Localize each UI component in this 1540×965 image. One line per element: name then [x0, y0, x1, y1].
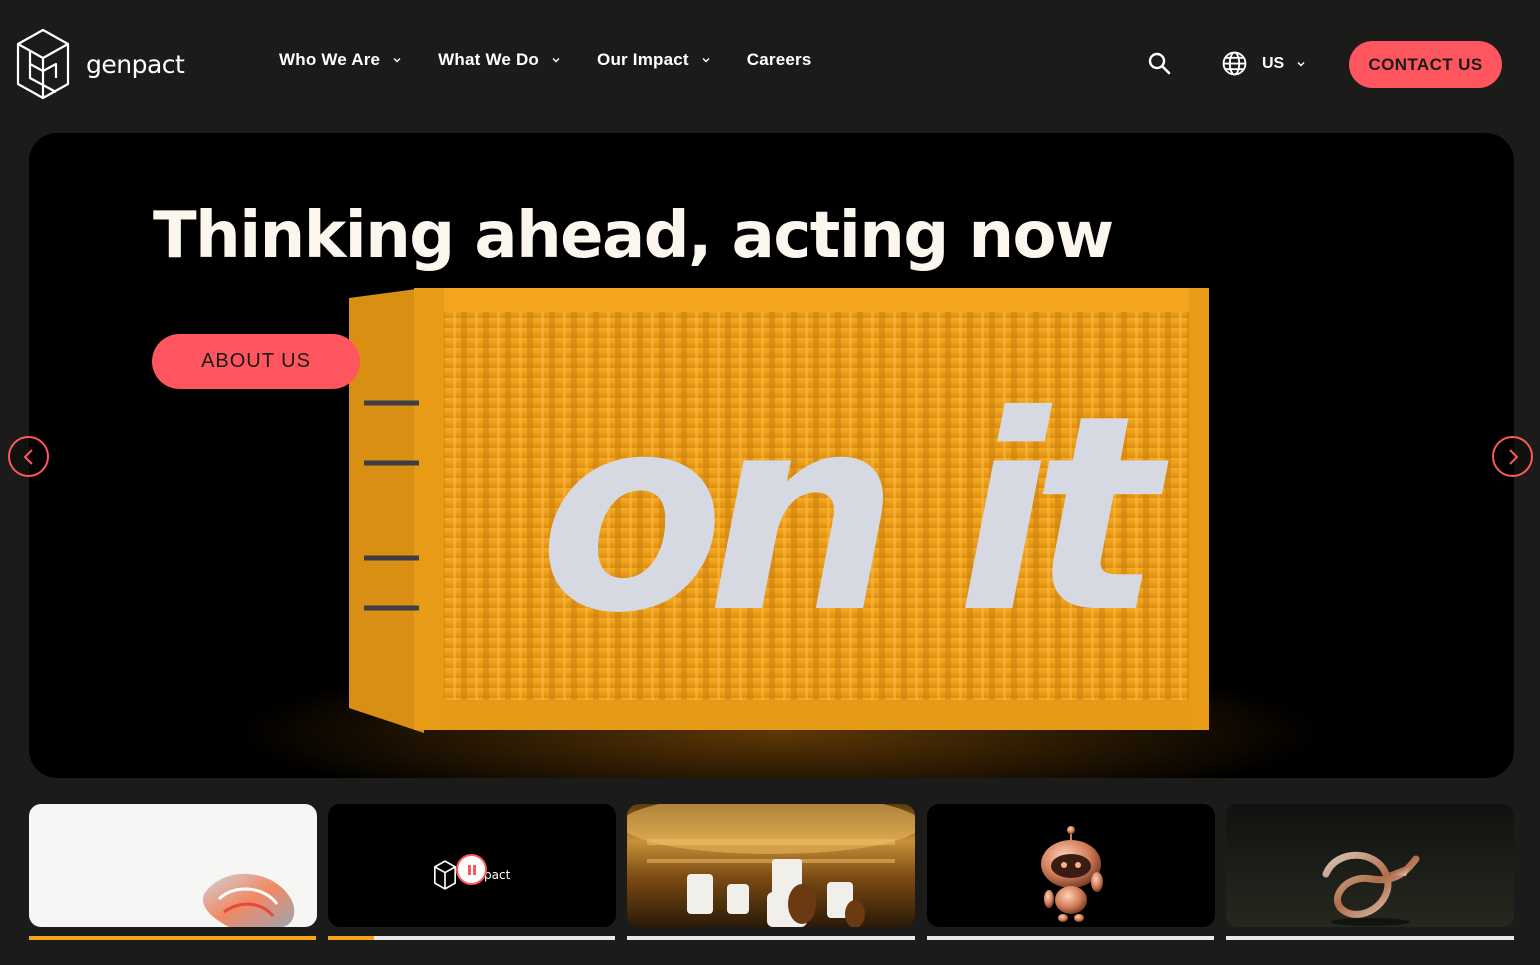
metallic-ribbon-image [1322, 851, 1420, 926]
contact-us-button[interactable]: CONTACT US [1349, 41, 1502, 88]
svg-text:on it: on it [539, 357, 1170, 672]
carousel-progress-2 [328, 936, 615, 940]
progress-fill [29, 936, 316, 940]
chevron-left-icon [23, 448, 33, 465]
globe-icon [1222, 51, 1247, 76]
progress-fill [328, 936, 374, 940]
logo-text: genpact [86, 49, 185, 79]
chevron-down-icon [552, 58, 560, 63]
carousel-progress-4 [927, 936, 1214, 940]
carousel-thumb-2[interactable]: pact [328, 804, 616, 927]
chevron-down-icon [393, 58, 401, 63]
nav-our-impact[interactable]: Our Impact [597, 50, 711, 70]
site-header: genpact Who We Are What We Do Our Impact… [0, 0, 1540, 130]
search-button[interactable] [1147, 51, 1171, 80]
pause-icon [467, 864, 476, 875]
chevron-down-icon [702, 58, 710, 63]
nav-label: Who We Are [279, 50, 381, 69]
nav-label: Careers [746, 50, 812, 69]
chevron-down-icon [1297, 61, 1305, 66]
nav-what-we-do[interactable]: What We Do [438, 50, 561, 70]
genpact-cube-icon [16, 28, 70, 100]
carousel-thumb-1[interactable] [29, 804, 317, 927]
hero-title: Thinking ahead, acting now [153, 199, 1114, 273]
carousel-thumb-3[interactable] [627, 804, 915, 927]
abstract-sculpture-image [203, 873, 295, 927]
hero-banner: on it Thinking ahead, acting now ABOUT U… [29, 133, 1514, 778]
pause-button[interactable] [456, 854, 487, 885]
robot-mascot-image [1041, 826, 1103, 922]
nav-careers[interactable]: Careers [747, 50, 812, 70]
carousel-thumb-5[interactable] [1226, 804, 1514, 927]
genpact-logo[interactable]: genpact [16, 28, 185, 100]
genpact-cube-icon [434, 860, 456, 890]
carousel-thumbnails: pact [0, 804, 1540, 944]
nav-label: What We Do [438, 50, 540, 69]
locale-selector[interactable]: US [1222, 51, 1306, 76]
thumb-overlay-text: pact [484, 868, 511, 882]
nav-label: Our Impact [597, 50, 689, 69]
carousel-thumb-4[interactable] [927, 804, 1215, 927]
main-nav: Who We Are What We Do Our Impact Careers [279, 50, 848, 70]
carousel-prev-button[interactable] [8, 436, 49, 477]
chevron-right-icon [1508, 448, 1518, 465]
search-icon [1148, 52, 1171, 75]
carousel-next-button[interactable] [1492, 436, 1533, 477]
carousel-progress-1 [29, 936, 316, 940]
carousel-progress-3 [627, 936, 915, 940]
locale-label: US [1262, 54, 1285, 72]
shipping-container-image: on it [349, 288, 1209, 733]
carousel-progress-5 [1226, 936, 1514, 940]
nav-who-we-are[interactable]: Who We Are [279, 50, 402, 70]
about-us-button[interactable]: ABOUT US [152, 334, 360, 389]
orchestra-theater-image [627, 804, 915, 927]
